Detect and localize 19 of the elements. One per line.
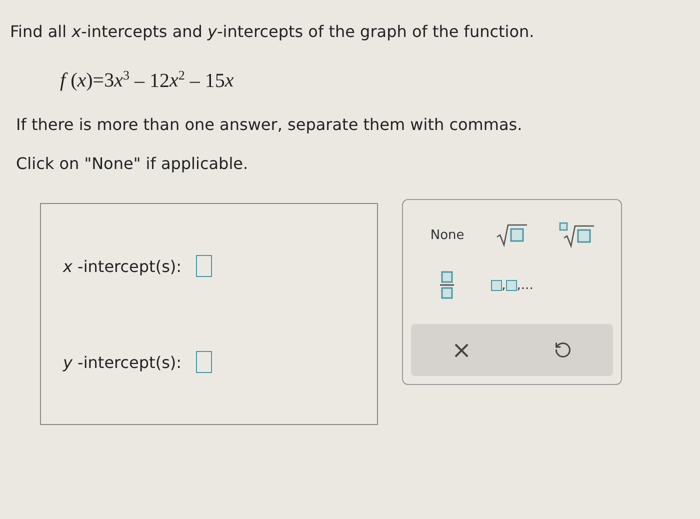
list-button[interactable]: , ,... [480,268,544,302]
nth-root-icon [558,222,595,248]
fraction-icon [440,271,454,300]
instruction-text: Click on "None" if applicable. [16,154,250,174]
none-button[interactable]: None [415,218,480,252]
comma: , [502,278,506,293]
slot-icon [506,280,517,291]
answer-label: x -intercept(s): [63,256,182,276]
answer-field[interactable] [196,255,212,278]
slot-icon [490,280,502,291]
clear-button[interactable]: × [411,324,512,376]
question-prompt: Find all x-intercepts and y-intercepts of the graph of the function. [10,22,536,41]
instruction-text: If there is more than one answer, separate them with commas. [16,114,524,134]
undo-icon [554,341,572,360]
square-root-icon [496,223,528,248]
function-equation: f (x)=3x$^{3}$ – 12x$^{2}$ – 15x [60,67,235,93]
answer-label: y -intercept(s): [63,352,182,372]
answer-field[interactable] [196,351,212,374]
ellipsis: ,... [516,278,534,293]
